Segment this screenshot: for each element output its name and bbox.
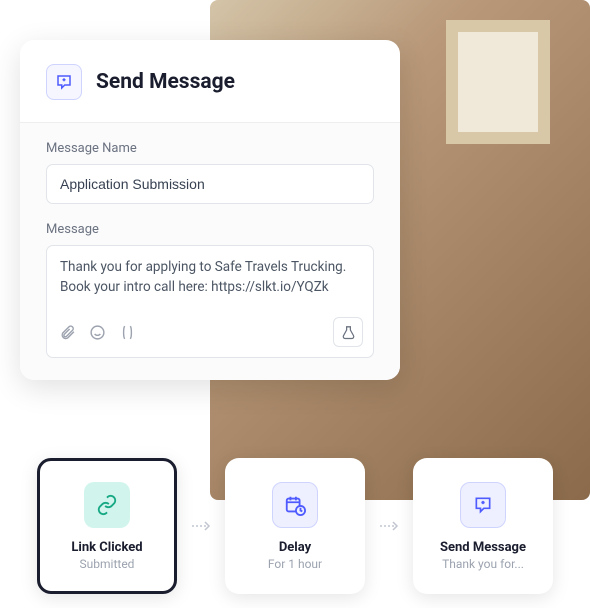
send-message-card: Send Message Message Name Message Thank … bbox=[20, 40, 400, 380]
workflow-step-title: Send Message bbox=[440, 540, 526, 555]
workflow-step-subtitle: Submitted bbox=[80, 557, 135, 571]
message-name-input[interactable] bbox=[46, 164, 374, 204]
message-name-label: Message Name bbox=[46, 141, 374, 156]
workflow-step-delay[interactable]: Delay For 1 hour bbox=[225, 458, 365, 594]
arrow-icon bbox=[377, 516, 401, 537]
workflow-step-subtitle: Thank you for... bbox=[442, 557, 524, 571]
workflow-step-title: Link Clicked bbox=[71, 540, 142, 555]
test-button[interactable] bbox=[333, 317, 363, 347]
card-body: Message Name Message Thank you for apply… bbox=[20, 122, 400, 380]
card-title: Send Message bbox=[96, 70, 235, 94]
link-icon bbox=[84, 482, 130, 528]
calendar-delay-icon bbox=[272, 482, 318, 528]
attachment-icon[interactable] bbox=[57, 322, 77, 342]
message-box: Thank you for applying to Safe Travels T… bbox=[46, 245, 374, 358]
message-toolbar bbox=[47, 309, 373, 357]
message-textarea[interactable]: Thank you for applying to Safe Travels T… bbox=[47, 246, 373, 309]
variable-icon[interactable] bbox=[117, 322, 137, 342]
send-message-icon bbox=[460, 482, 506, 528]
message-label: Message bbox=[46, 222, 374, 237]
workflow-step-subtitle: For 1 hour bbox=[268, 557, 322, 571]
arrow-icon bbox=[189, 516, 213, 537]
workflow-step-title: Delay bbox=[279, 540, 311, 555]
emoji-icon[interactable] bbox=[87, 322, 107, 342]
send-message-icon bbox=[46, 64, 82, 100]
card-header: Send Message bbox=[20, 40, 400, 122]
workflow-step-link-clicked[interactable]: Link Clicked Submitted bbox=[37, 458, 177, 594]
workflow-step-send-message[interactable]: Send Message Thank you for... bbox=[413, 458, 553, 594]
workflow-row: Link Clicked Submitted Delay For 1 hour … bbox=[37, 458, 553, 594]
